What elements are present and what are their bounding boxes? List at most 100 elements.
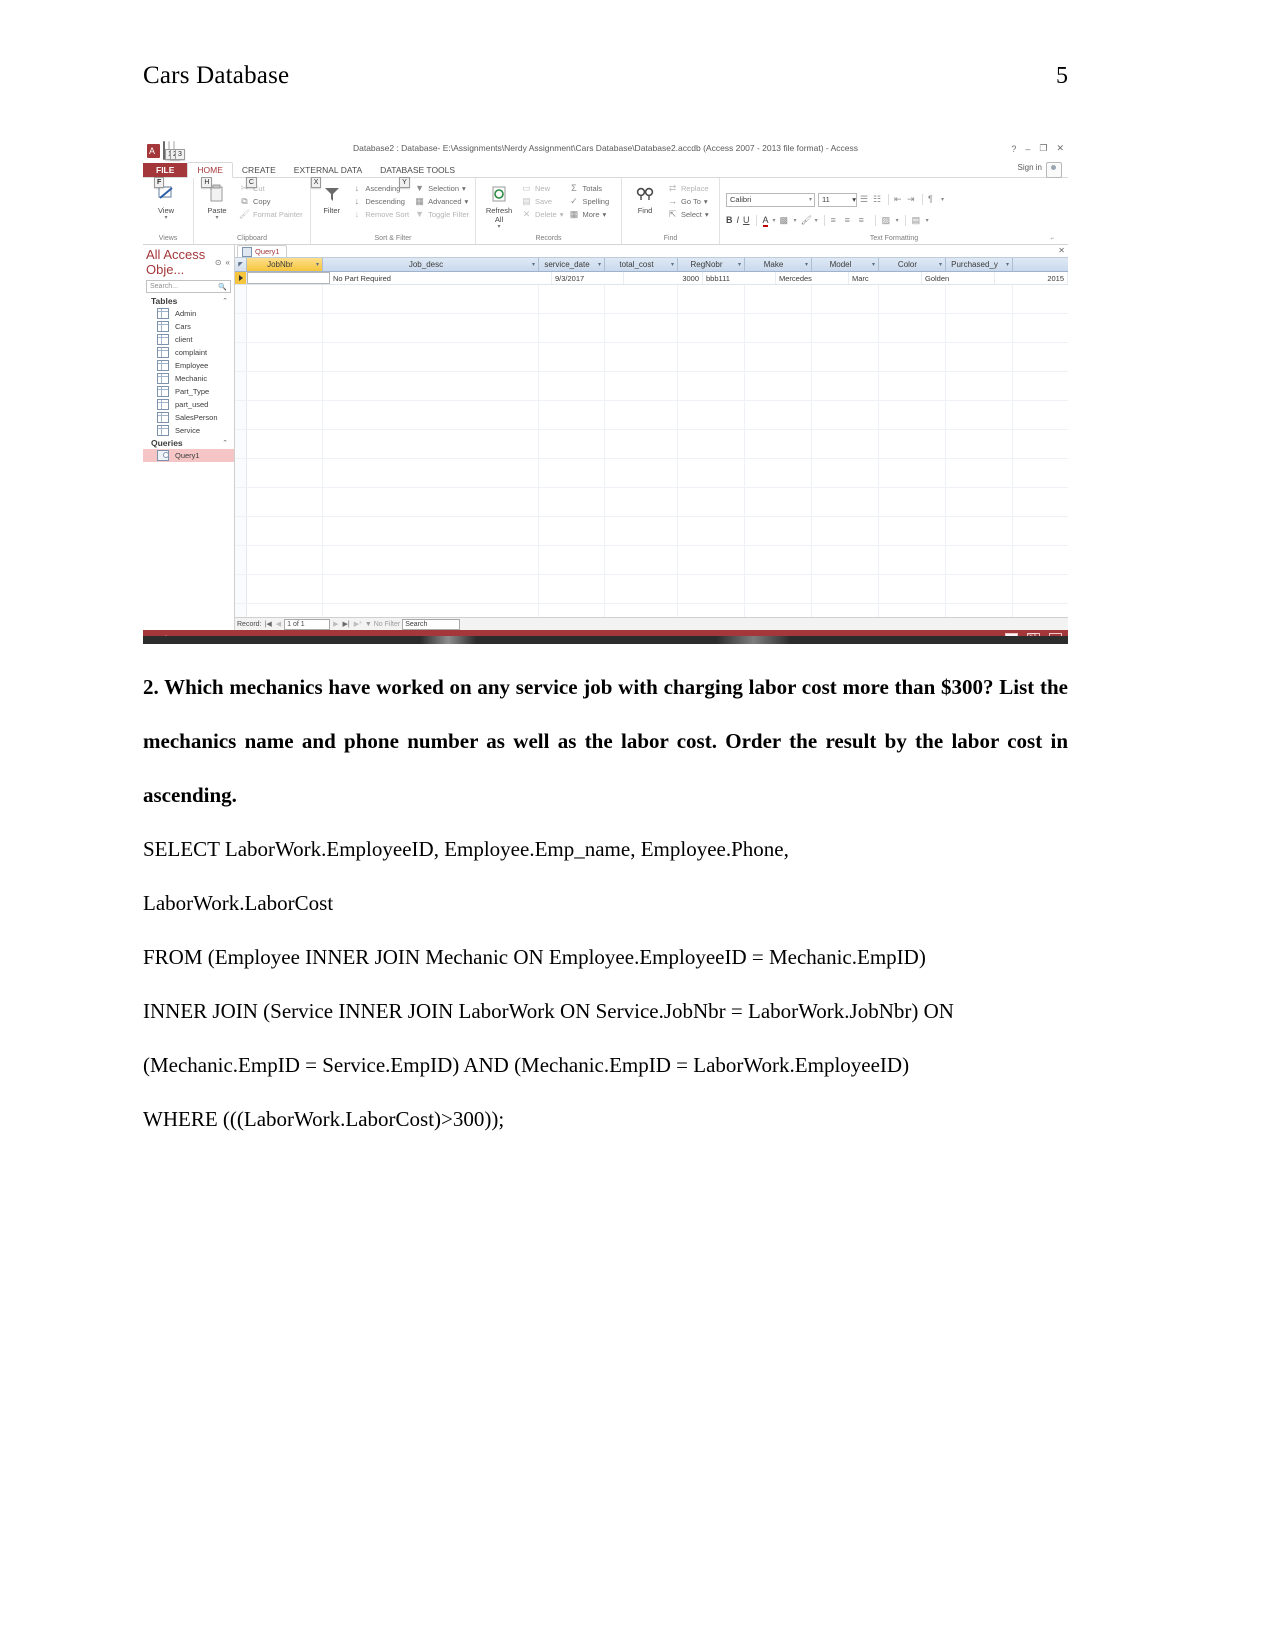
sign-in-link[interactable]: Sign in xyxy=(1018,163,1042,172)
chevron-down-icon[interactable]: ▾ xyxy=(936,261,945,268)
nav-item-cars[interactable]: Cars xyxy=(143,320,234,333)
previous-record-button[interactable]: ◀ xyxy=(275,620,282,628)
nav-item-complaint[interactable]: complaint xyxy=(143,346,234,359)
selection-button[interactable]: ▼ Selection ▾ xyxy=(414,182,469,194)
font-size-select[interactable]: 11 ▾ xyxy=(818,192,857,207)
align-left-icon[interactable]: ≡ xyxy=(831,215,841,225)
help-icon[interactable]: ? xyxy=(1011,144,1016,154)
column-header-model[interactable]: Model ▾ xyxy=(812,258,879,271)
next-record-button[interactable]: ▶ xyxy=(332,620,339,628)
chevron-down-icon[interactable]: ▾ xyxy=(1003,261,1012,268)
underline-button[interactable]: U xyxy=(743,215,750,225)
column-header-service-date[interactable]: service_date ▾ xyxy=(539,258,605,271)
cell-job-desc[interactable]: No Part Required xyxy=(330,272,552,284)
record-position-input[interactable]: 1 of 1 xyxy=(284,618,331,630)
nav-group-tables[interactable]: Tables ⌃ xyxy=(143,295,234,307)
chevron-down-icon[interactable]: ▾ xyxy=(926,217,929,224)
nav-item-client[interactable]: client xyxy=(143,333,234,346)
tab-external-data[interactable]: EXTERNAL DATA X xyxy=(285,163,371,188)
new-record-button[interactable]: ▶* xyxy=(353,620,363,628)
column-header-regnobr[interactable]: RegNobr ▾ xyxy=(678,258,745,271)
replace-button[interactable]: ⇄ Replace xyxy=(667,182,709,194)
column-header-job-desc[interactable]: Job_desc ▾ xyxy=(323,258,539,271)
ribbon-tab-strip[interactable]: FILE F HOME H CREATE C EXTERNAL DATA X D… xyxy=(143,162,1068,188)
first-record-button[interactable]: |◀ xyxy=(264,620,273,628)
chevron-down-icon[interactable]: ▾ xyxy=(869,261,878,268)
close-icon[interactable]: ✕ xyxy=(1058,246,1065,255)
chevron-down-icon[interactable]: ⊙ xyxy=(215,258,222,267)
cell-jobnbr[interactable] xyxy=(247,272,330,284)
record-search-input[interactable]: Search xyxy=(402,618,461,630)
datasheet-format-icon[interactable]: ▨ xyxy=(882,215,892,225)
column-header-purchased-y[interactable]: Purchased_y ▾ xyxy=(946,258,1013,271)
go-to-button[interactable]: → Go To ▾ xyxy=(667,195,709,207)
select-button[interactable]: ⇱ Select ▾ xyxy=(667,208,709,220)
nav-item-part-used[interactable]: part_used xyxy=(143,398,234,411)
chevron-down-icon[interactable]: ▾ xyxy=(668,261,677,268)
save-button[interactable]: 1 xyxy=(163,141,175,160)
background-color-icon[interactable]: 🖌 xyxy=(801,215,812,225)
delete-record-button[interactable]: ✕ Delete ▾ xyxy=(521,208,564,220)
chevron-down-icon[interactable]: ▾ xyxy=(815,217,818,224)
spelling-button[interactable]: ✓ Spelling xyxy=(568,195,609,207)
find-button[interactable]: Find xyxy=(628,180,662,215)
cell-purchased-y[interactable]: 2015 xyxy=(995,272,1068,284)
bullet-list-icon[interactable]: ☰ xyxy=(860,195,870,204)
cell-service-date[interactable]: 9/3/2017 xyxy=(552,272,624,284)
cell-regnobr[interactable]: bbb111 xyxy=(703,272,776,284)
collapse-pane-icon[interactable]: « xyxy=(226,258,230,267)
nav-item-admin[interactable]: Admin xyxy=(143,307,234,320)
document-tab-query1[interactable]: Query1 xyxy=(237,245,287,257)
tab-file[interactable]: FILE F xyxy=(143,163,188,188)
chevron-down-icon[interactable]: ▾ xyxy=(896,217,899,224)
cell-total-cost[interactable]: 3000 xyxy=(624,272,703,284)
last-record-button[interactable]: ▶| xyxy=(342,620,351,628)
nav-item-salesperson[interactable]: SalesPerson xyxy=(143,411,234,424)
chevron-down-icon[interactable]: ▾ xyxy=(215,215,218,221)
chevron-up-icon[interactable]: ⌃ xyxy=(222,297,228,305)
remove-sort-button[interactable]: ↓ Remove Sort xyxy=(351,208,410,220)
table-row[interactable]: No Part Required 9/3/2017 3000 bbb111 Me… xyxy=(235,272,1068,285)
alternate-row-color-icon[interactable]: ▤ xyxy=(912,215,922,225)
chevron-down-icon[interactable]: ▾ xyxy=(603,210,607,219)
italic-button[interactable]: I xyxy=(737,215,740,225)
quick-access-toolbar[interactable]: 1 2 3 ▾ xyxy=(143,141,185,160)
nav-search-input[interactable]: Search... 🔍 xyxy=(146,280,231,293)
record-navigator[interactable]: Record: |◀ ◀ 1 of 1 ▶ ▶| ▶* ▼ No Filter … xyxy=(235,617,1068,630)
column-header-total-cost[interactable]: total_cost ▾ xyxy=(605,258,678,271)
copy-button[interactable]: ⧉ Copy xyxy=(239,195,303,207)
tab-create[interactable]: CREATE C xyxy=(233,163,285,188)
nav-item-mechanic[interactable]: Mechanic xyxy=(143,372,234,385)
nav-item-query1[interactable]: Query1 xyxy=(143,449,234,462)
avatar[interactable] xyxy=(1046,162,1062,178)
more-button[interactable]: ▦ More ▾ xyxy=(568,208,609,220)
chevron-down-icon[interactable]: ▾ xyxy=(809,196,814,203)
chevron-down-icon[interactable]: ▾ xyxy=(462,184,466,193)
chevron-down-icon[interactable]: ▾ xyxy=(773,217,776,224)
close-icon[interactable]: ✕ xyxy=(1056,143,1064,154)
chevron-down-icon[interactable]: ▾ xyxy=(465,197,469,206)
chevron-down-icon[interactable]: ▾ xyxy=(164,215,167,221)
chevron-down-icon[interactable]: ▾ xyxy=(705,210,709,219)
select-all-corner[interactable]: ◤ xyxy=(235,258,247,271)
save-record-button[interactable]: ▤ Save xyxy=(521,195,563,207)
bold-button[interactable]: B xyxy=(726,215,733,225)
chevron-down-icon[interactable]: ▾ xyxy=(497,224,500,230)
cell-model[interactable]: Marc xyxy=(849,272,922,284)
column-header-color[interactable]: Color ▾ xyxy=(879,258,946,271)
nav-group-queries[interactable]: Queries ⌃ xyxy=(143,437,234,449)
chevron-down-icon[interactable]: ▾ xyxy=(802,261,811,268)
chevron-down-icon[interactable]: ▾ xyxy=(595,261,604,268)
column-header-jobnbr[interactable]: JobNbr ▾ xyxy=(247,258,323,271)
chevron-down-icon[interactable]: ▾ xyxy=(560,210,564,219)
nav-item-employee[interactable]: Employee xyxy=(143,359,234,372)
format-painter-button[interactable]: 🖌 Format Painter xyxy=(239,208,303,220)
chevron-down-icon[interactable]: ▾ xyxy=(794,217,797,224)
chevron-down-icon[interactable]: ▾ xyxy=(704,197,708,206)
decrease-indent-icon[interactable]: ⇤ xyxy=(894,195,904,204)
chevron-down-icon[interactable]: ▾ xyxy=(852,195,856,204)
new-record-button[interactable]: ▭ New xyxy=(521,182,563,194)
filter-status[interactable]: ▼ No Filter xyxy=(365,621,400,628)
text-direction-icon[interactable]: ¶ xyxy=(928,195,938,204)
nav-item-part-type[interactable]: Part_Type xyxy=(143,385,234,398)
